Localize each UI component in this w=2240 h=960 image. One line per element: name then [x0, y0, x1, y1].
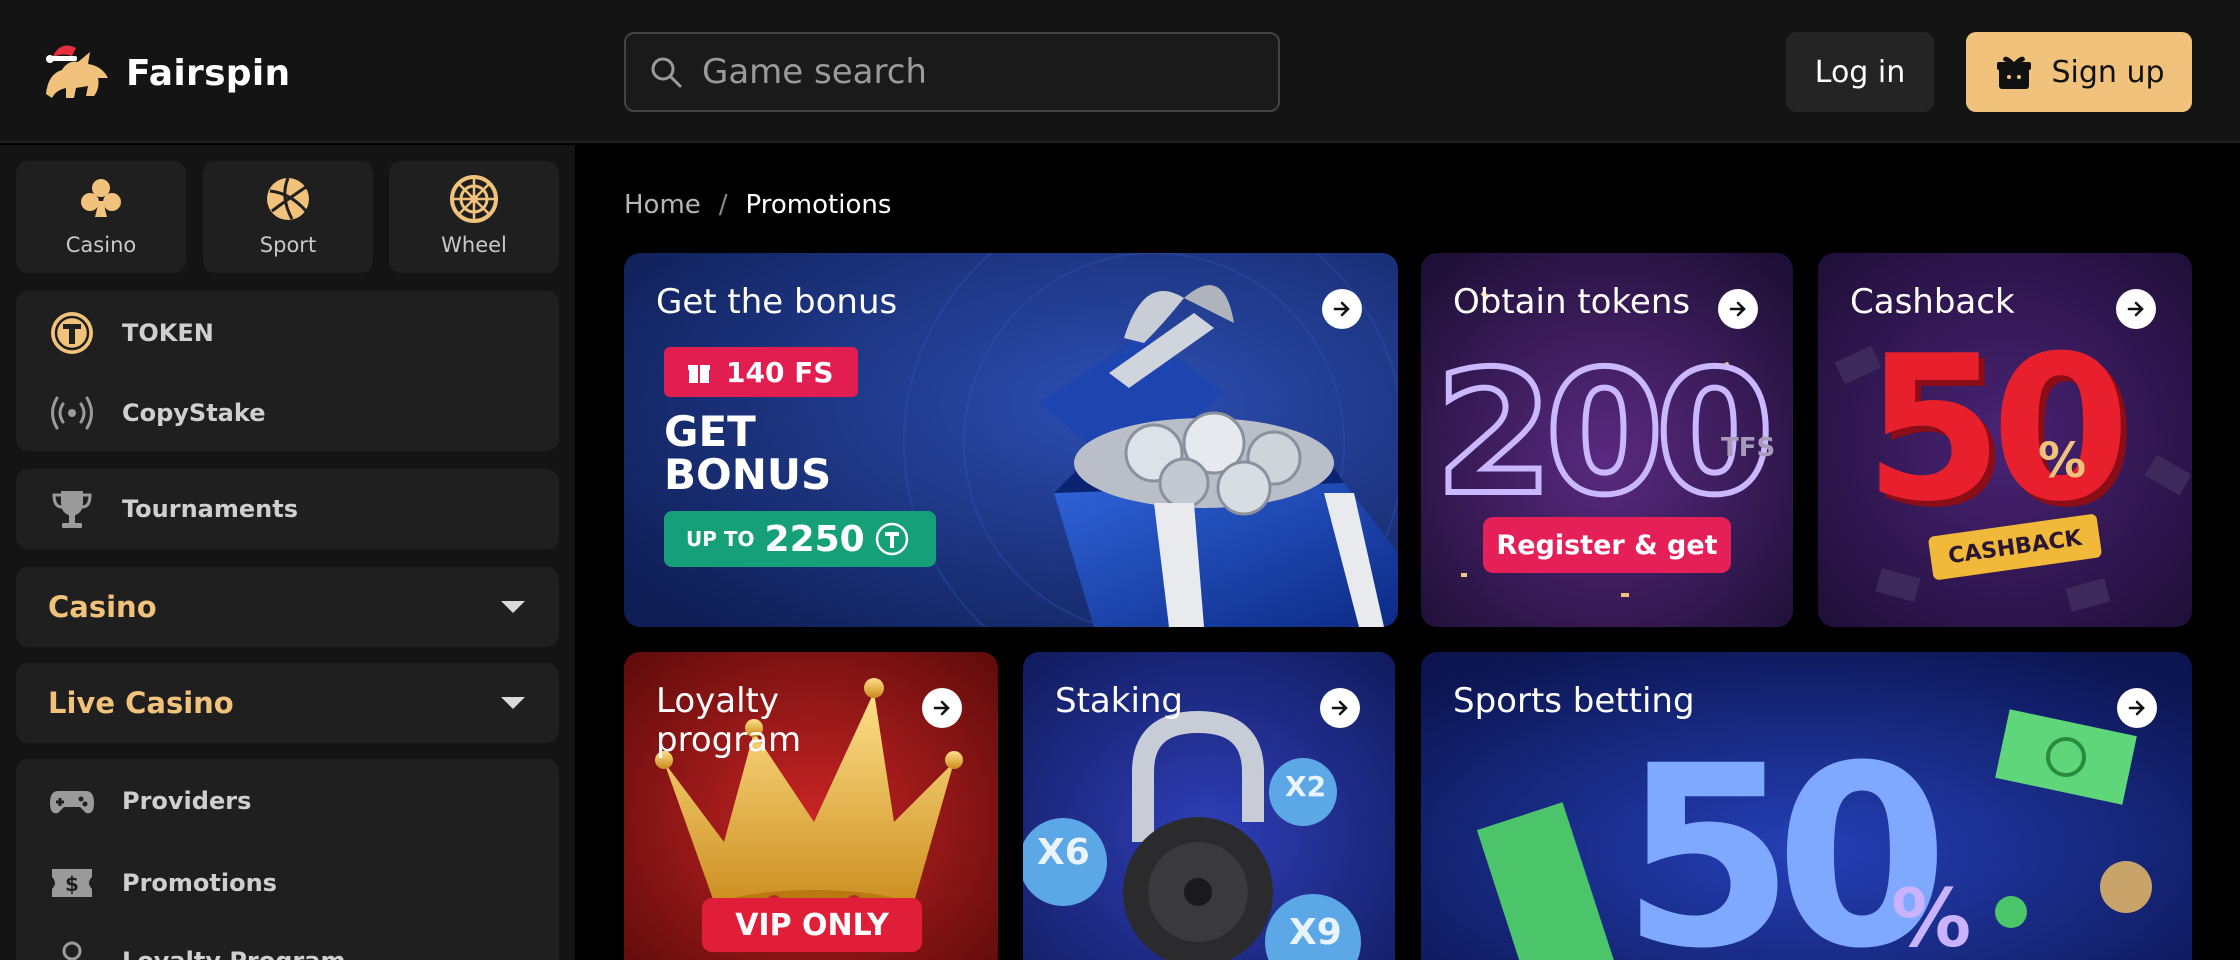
register-get-badge: Register & get	[1483, 517, 1731, 573]
breadcrumb-current: Promotions	[745, 190, 892, 220]
signup-button[interactable]: Sign up	[1966, 32, 2192, 112]
breadcrumb-home[interactable]: Home	[624, 190, 701, 220]
promo-title: Cashback	[1850, 282, 2015, 322]
lion-logo-icon	[46, 45, 108, 98]
sidebar-item-label: Loyalty Program	[122, 947, 345, 960]
volleyball-icon	[267, 177, 309, 220]
sidebar-item-label: Promotions	[122, 869, 277, 897]
dropdown-label: Casino	[48, 590, 157, 624]
sidebar-group-main: Providers $ Promotions Loyalty Program	[16, 759, 559, 960]
sidebar-item-token[interactable]: TOKEN	[16, 303, 559, 363]
trophy-icon	[52, 491, 92, 528]
signup-label: Sign up	[2051, 54, 2165, 90]
sidebar-item-tournaments[interactable]: Tournaments	[16, 479, 559, 539]
promo-card-sports-betting[interactable]: 50 % Sports betting	[1421, 652, 2192, 960]
promo-card-cashback[interactable]: 50 % CASHBACK Cashback	[1818, 253, 2192, 627]
breadcrumb: Home / Promotions	[624, 190, 891, 220]
arrow-right-icon[interactable]	[2117, 688, 2157, 728]
search-icon	[651, 57, 682, 88]
arrow-right-icon[interactable]	[1322, 289, 1362, 329]
brand-name: Fairspin	[126, 52, 291, 94]
chevron-down-icon	[501, 697, 525, 709]
chevron-down-icon	[501, 601, 525, 613]
free-spins-badge: 140 FS	[664, 347, 858, 397]
quick-link-label: Sport	[259, 233, 317, 257]
quick-link-label: Wheel	[441, 233, 507, 257]
sports-big-number: 50	[1621, 712, 1949, 960]
svg-text:$: $	[65, 872, 79, 896]
quick-link-sport[interactable]: Sport	[203, 161, 373, 273]
top-header: Fairspin Game search Log in Sign up	[0, 0, 2240, 143]
promo-card-tokens[interactable]: 200 TFS Register & get Obtain tokens	[1421, 253, 1793, 627]
sidebar-group-token: TOKEN CopyStake	[16, 291, 559, 451]
tokens-suffix: TFS	[1721, 433, 1776, 463]
cashback-big-number: 50	[1864, 313, 2130, 546]
search-placeholder: Game search	[702, 52, 927, 92]
login-button[interactable]: Log in	[1786, 32, 1934, 112]
arrow-right-icon[interactable]	[922, 688, 962, 728]
sidebar-dropdown-casino[interactable]: Casino	[16, 567, 559, 647]
search-input[interactable]: Game search	[624, 32, 1280, 112]
upto-value: 2250	[764, 518, 865, 560]
token-icon	[51, 312, 93, 354]
promo-title: Loyalty program	[656, 681, 802, 761]
sidebar-item-label: TOKEN	[122, 319, 214, 347]
gamepad-icon	[50, 791, 94, 814]
promo-title: Staking	[1055, 681, 1184, 721]
headline-line-2: BONUS	[664, 449, 832, 499]
coin-label-3: X9	[1289, 912, 1342, 953]
gift-icon	[1997, 56, 2032, 89]
promo-title: Sports betting	[1453, 681, 1695, 721]
quick-link-wheel[interactable]: Wheel	[389, 161, 559, 273]
headline-line-1: GET	[664, 407, 756, 456]
clubs-icon	[81, 179, 121, 217]
sidebar-item-loyalty[interactable]: Loyalty Program	[16, 931, 559, 960]
token-icon	[875, 522, 908, 556]
sidebar-item-label: Providers	[122, 787, 252, 815]
sidebar: Casino Sport Wheel TOKEN CopyStake Tourn…	[0, 145, 575, 960]
upto-badge: UP TO 2250	[664, 511, 936, 567]
quick-link-label: Casino	[65, 233, 137, 257]
breadcrumb-separator: /	[718, 190, 728, 220]
sidebar-item-copystake[interactable]: CopyStake	[16, 383, 559, 443]
coin-label-2: X2	[1285, 770, 1327, 803]
quick-link-casino[interactable]: Casino	[16, 161, 186, 273]
loyalty-icon	[62, 941, 82, 960]
wheel-icon	[450, 175, 498, 223]
broadcast-icon	[51, 396, 93, 430]
sidebar-item-label: CopyStake	[122, 399, 266, 427]
arrow-right-icon[interactable]	[1320, 688, 1360, 728]
arrow-right-icon[interactable]	[2116, 289, 2156, 329]
bonus-headline: GET BONUS	[664, 407, 832, 499]
tokens-big-number: 200	[1432, 332, 1777, 536]
promo-card-staking[interactable]: X6 X2 X9 Staking	[1023, 652, 1395, 960]
promo-card-loyalty[interactable]: Loyalty program VIP ONLY	[624, 652, 998, 960]
dropdown-label: Live Casino	[48, 686, 234, 720]
dollar-ticket-icon: $	[52, 869, 92, 897]
sports-percent: %	[1891, 872, 1972, 960]
gift-icon	[688, 365, 710, 383]
promo-title: Obtain tokens	[1453, 282, 1691, 322]
upto-prefix: UP TO	[686, 527, 755, 551]
promo-card-bonus[interactable]: Get the bonus 140 FS GET BONUS UP TO 225…	[624, 253, 1398, 627]
fs-badge-text: 140 FS	[726, 355, 834, 389]
brand-logo[interactable]: Fairspin	[38, 38, 290, 108]
sidebar-item-providers[interactable]: Providers	[16, 771, 559, 831]
sidebar-dropdown-live-casino[interactable]: Live Casino	[16, 663, 559, 743]
arrow-right-icon[interactable]	[1718, 289, 1758, 329]
coin-label-1: X6	[1037, 832, 1090, 873]
cashback-percent: %	[2038, 433, 2087, 489]
sidebar-item-promotions[interactable]: $ Promotions	[16, 853, 559, 913]
sidebar-item-label: Tournaments	[122, 495, 299, 523]
sidebar-group-tournaments: Tournaments	[16, 469, 559, 549]
vip-only-badge: VIP ONLY	[702, 898, 922, 952]
promo-title: Get the bonus	[656, 282, 898, 322]
